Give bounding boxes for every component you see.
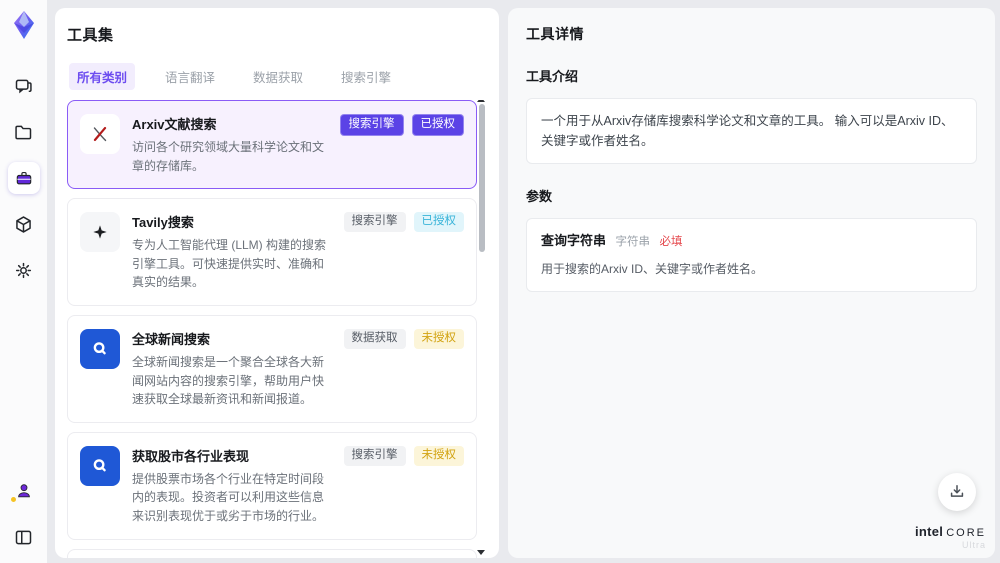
blue-search-icon <box>80 328 120 369</box>
tool-intro-box: 一个用于从Arxiv存储库搜索科学论文和文章的工具。 输入可以是Arxiv ID… <box>526 98 977 164</box>
param-box: 查询字符串 字符串 必填 用于搜索的Arxiv ID、关键字或作者姓名。 <box>526 218 977 292</box>
tool-description: 全球新闻搜索是一个聚合全球各大新闻网站内容的搜索引擎，帮助用户快速获取全球最新资… <box>132 354 325 407</box>
brand-secondary: CORE <box>946 526 986 539</box>
blue-search-icon <box>80 445 120 486</box>
download-button download-icon[interactable] <box>938 473 976 511</box>
intel-core-logo: intel CORE Ultra <box>914 523 986 551</box>
user-account-button user-icon[interactable] <box>8 475 40 507</box>
tool-name: 获取股市各行业表现 <box>132 448 250 464</box>
tab-all-categories[interactable]: 所有类别 <box>69 63 136 90</box>
scroll-up-arrow[interactable] <box>477 100 485 102</box>
scroll-down-arrow[interactable] <box>477 550 485 555</box>
category-badge: 数据获取 <box>343 328 406 349</box>
toggle-panel-button panels-icon[interactable] <box>8 521 40 553</box>
auth-status-badge: 已授权 <box>413 212 464 232</box>
tool-card-sector-performance[interactable]: 获取股市各行业表现 提供股票市场各个行业在特定时间段内的表现。投资者可以利用这些… <box>67 431 477 540</box>
brand-primary: intel <box>914 523 944 539</box>
tool-description: 专为人工智能代理 (LLM) 构建的搜索引擎工具。可快速提供实时、准确和真实的结… <box>132 238 327 290</box>
auth-status-badge: 未授权 <box>413 328 464 349</box>
tab-search-engine[interactable]: 搜索引擎 <box>333 63 399 90</box>
tool-name: Arxiv文献搜索 <box>132 117 217 132</box>
nav-chat-button chat-icon[interactable] <box>8 70 40 102</box>
user-status-dot <box>10 497 16 502</box>
auth-status-badge: 未授权 <box>413 445 464 466</box>
tool-description: 访问各个研究领域大量科学论文和文章的存储库。 <box>132 140 325 173</box>
icon-rail <box>0 0 47 563</box>
intro-heading: 工具介绍 <box>526 69 579 84</box>
param-type: 字符串 <box>615 236 651 248</box>
params-heading: 参数 <box>526 189 553 204</box>
tool-name: 全球新闻搜索 <box>132 331 211 347</box>
param-required-flag: 必填 <box>659 236 683 248</box>
param-description: 用于搜索的Arxiv ID、关键字或作者姓名。 <box>541 261 764 276</box>
category-badge: 搜索引擎 <box>343 445 406 466</box>
category-badge: 搜索引擎 <box>343 212 406 232</box>
nav-files-button folder-icon[interactable] <box>8 116 40 148</box>
tool-card-arxiv[interactable]: Arxiv文献搜索 访问各个研究领域大量科学论文和文章的存储库。 搜索引擎 已授… <box>67 100 477 190</box>
category-badge: 搜索引擎 <box>339 114 404 136</box>
tool-name: Tavily搜索 <box>132 215 194 231</box>
detail-title: 工具详情 <box>526 26 584 42</box>
tool-intro-text: 一个用于从Arxiv存储库搜索科学论文和文章的工具。 输入可以是Arxiv ID… <box>541 114 954 148</box>
brand-sub: Ultra <box>961 540 986 551</box>
tools-list-pane: 工具集 所有类别 语言翻译 数据获取 搜索引擎 Arxiv文献搜索 访问各个研究… <box>55 8 499 558</box>
tool-card-global-news[interactable]: 全球新闻搜索 全球新闻搜索是一个聚合全球各大新闻网站内容的搜索引擎，帮助用户快速… <box>67 314 477 423</box>
nav-settings-button gear-icon[interactable] <box>8 254 40 286</box>
nav-tools-button briefcase-icon[interactable] <box>7 162 40 194</box>
tool-card-active-stocks[interactable]: 获取市场最活跃股票信息 提供当天交易量最高的股票列表，投资者可以利用这些信息来识… <box>67 548 477 558</box>
tool-detail-pane: 工具详情 工具介绍 一个用于从Arxiv存储库搜索科学论文和文章的工具。 输入可… <box>508 8 995 558</box>
star-icon <box>80 212 120 253</box>
param-name: 查询字符串 <box>541 233 607 248</box>
app-logo gem-icon <box>7 8 41 42</box>
arxiv-icon <box>80 114 120 154</box>
tab-data-acquisition[interactable]: 数据获取 <box>245 63 311 90</box>
auth-status-badge: 已授权 <box>411 114 464 136</box>
tools-list: Arxiv文献搜索 访问各个研究领域大量科学论文和文章的存储库。 搜索引擎 已授… <box>67 100 487 558</box>
category-tabs: 所有类别 语言翻译 数据获取 搜索引擎 <box>69 63 487 90</box>
tool-card-tavily[interactable]: Tavily搜索 专为人工智能代理 (LLM) 构建的搜索引擎工具。可快速提供实… <box>67 198 477 306</box>
nav-models-button cube-icon[interactable] <box>8 208 40 240</box>
tab-language-translation[interactable]: 语言翻译 <box>157 63 223 90</box>
tool-description: 提供股票市场各个行业在特定时间段内的表现。投资者可以利用这些信息来识别表现优于或… <box>132 471 325 523</box>
scrollbar-thumb[interactable] <box>479 104 485 252</box>
page-title: 工具集 <box>67 27 114 44</box>
